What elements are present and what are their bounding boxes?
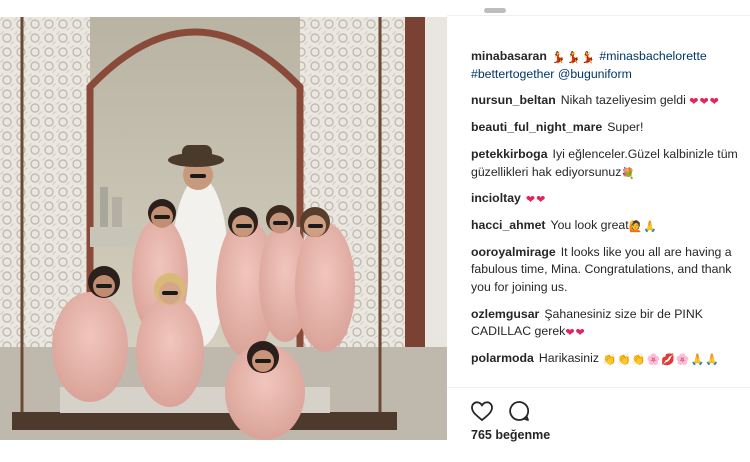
comment-text: You look great [550,217,629,232]
comment-username[interactable]: ooroyalmirage [471,245,556,259]
caption-username[interactable]: minabasaran [471,49,547,63]
comment-item: petekkirboga Iyi eğlenceler.Güzel kalbini… [471,146,743,181]
dancer-emoji-icon: 💃💃💃 [551,52,596,64]
header-divider [447,15,750,16]
likes-count[interactable]: 765 beğenme [471,428,550,442]
comment-icon[interactable] [507,399,531,423]
bouquet-emoji-icon: 💐 [621,167,637,180]
comment-item: polarmoda Harikasiniz 👏👏👏🌸💋🌸🙏🙏 [471,350,743,368]
comment-text: Nikah tazeliyesim geldi [560,93,686,108]
comment-item: ooroyalmirage It looks like you all are h… [471,244,743,297]
comment-item: ozlemgusar Şahanesiniz size bir de PINK C… [471,306,743,341]
wave-pray-emoji-icon: 🙋🙏 [628,220,659,233]
comment-item: nursun_beltan Nikah tazeliyesim geldi ❤❤❤ [471,92,743,110]
hashtag-link[interactable]: #minasbachelorette [599,49,706,63]
heart-emoji-icon: ❤❤❤ [689,96,720,109]
heart-icon[interactable] [470,399,494,423]
comment-username[interactable]: nursun_beltan [471,93,556,107]
hashtag-link[interactable]: #bettertogether [471,67,554,81]
comments-list: minabasaran 💃💃💃 #minasbachelorette #bette… [471,48,743,377]
comment-item: beauti_ful_night_mare Super! [471,119,743,137]
heart-emoji-icon: ❤❤ [565,327,586,340]
comment-item: hacci_ahmet You look great🙋🙏 [471,217,743,235]
comment-username[interactable]: incioltay [471,191,521,205]
caption: minabasaran 💃💃💃 #minasbachelorette #bette… [471,48,743,83]
comment-text: Harikasiniz [538,351,600,366]
comment-username[interactable]: beauti_ful_night_mare [471,120,602,134]
comment-username[interactable]: petekkirboga [471,147,548,161]
post-photo[interactable] [0,17,447,440]
actions-divider [447,387,750,388]
comment-text: Super! [607,120,644,135]
comment-username[interactable]: polarmoda [471,351,534,365]
mention-link[interactable]: @buguniform [558,67,632,81]
comment-username[interactable]: hacci_ahmet [471,218,546,232]
post-side-panel: minabasaran 💃💃💃 #minasbachelorette #bette… [447,0,750,462]
heart-emoji-icon: ❤❤ [525,194,547,207]
header-avatar-stub [484,8,506,13]
clap-emoji-icon: 👏👏👏🌸💋🌸🙏🙏 [602,354,721,367]
comment-username[interactable]: ozlemgusar [471,307,539,321]
comment-item: incioltay ❤❤ [471,190,743,208]
